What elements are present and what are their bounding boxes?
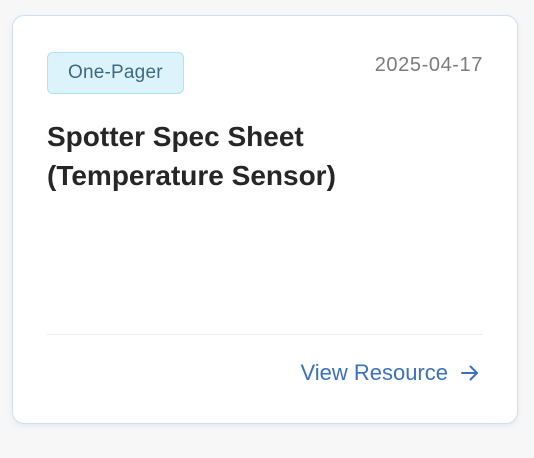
card-divider xyxy=(47,334,483,335)
view-resource-label: View Resource xyxy=(300,360,448,385)
resource-date: 2025-04-17 xyxy=(374,54,483,76)
resource-title: Spotter Spec Sheet (Temperature Sensor) xyxy=(47,121,336,191)
view-resource-link[interactable]: View Resource xyxy=(300,360,481,386)
resource-type-badge: One-Pager xyxy=(47,52,184,94)
resource-card: One-Pager 2025-04-17 Spotter Spec Sheet … xyxy=(12,15,518,424)
arrow-right-icon xyxy=(459,362,481,384)
